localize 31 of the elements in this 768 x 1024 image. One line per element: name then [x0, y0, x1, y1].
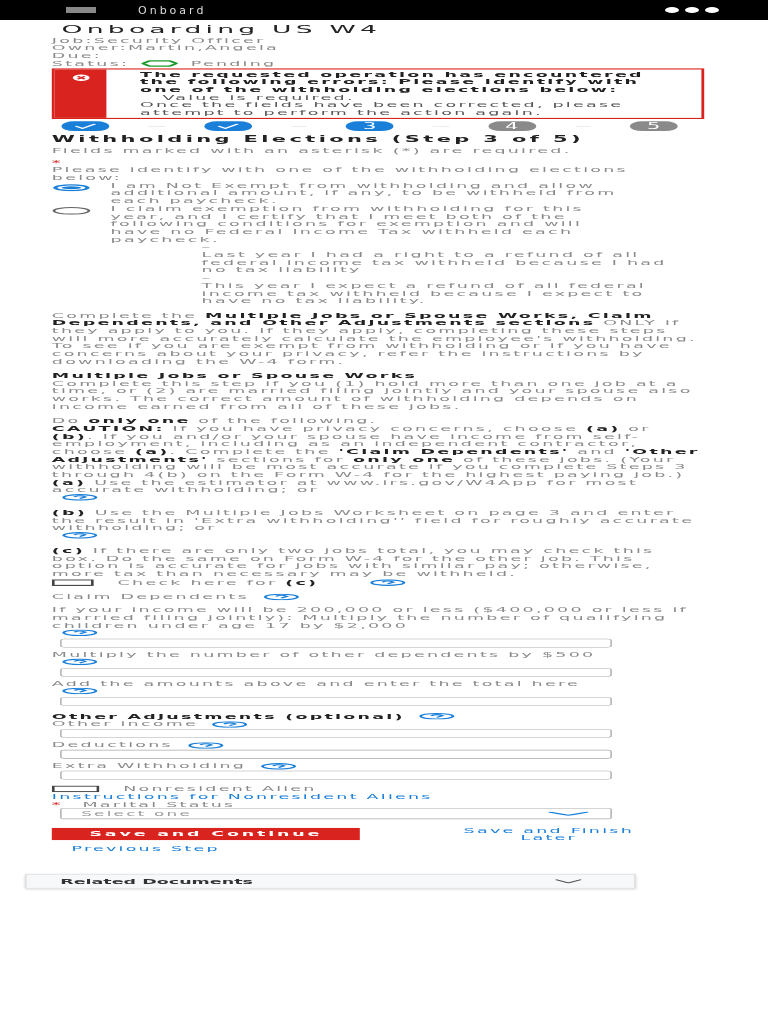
help-icon[interactable]	[61, 687, 98, 695]
help-icon[interactable]	[260, 763, 297, 770]
help-icon[interactable]	[418, 713, 456, 720]
help-icon[interactable]	[61, 494, 98, 501]
help-icon[interactable]	[212, 721, 249, 728]
radio-button[interactable]	[51, 183, 91, 192]
input-field[interactable]	[60, 667, 612, 677]
help-icon[interactable]	[186, 742, 224, 749]
step-indicator: 3	[345, 121, 394, 132]
step-indicator: 4	[487, 121, 536, 132]
checkbox[interactable]	[51, 785, 100, 793]
input-field[interactable]	[60, 749, 612, 759]
chevron-down-icon	[546, 811, 591, 816]
app-title: Onboard	[138, 3, 208, 17]
help-icon[interactable]	[370, 579, 407, 586]
status-icon	[141, 60, 179, 67]
input-field[interactable]	[60, 728, 612, 738]
help-icon[interactable]	[61, 658, 98, 666]
step-indicator: 5	[630, 121, 678, 132]
input-field[interactable]	[60, 770, 612, 780]
input-field[interactable]	[60, 697, 612, 706]
page-title: Onboarding US W4	[61, 22, 383, 37]
help-icon[interactable]	[263, 593, 300, 601]
help-icon[interactable]	[61, 532, 98, 539]
help-icon[interactable]	[61, 629, 98, 636]
radio-button[interactable]	[51, 207, 91, 215]
error-icon	[70, 73, 91, 82]
section-title: Withholding Elections (Step 3 of 5)	[51, 133, 585, 145]
checkbox[interactable]	[51, 579, 94, 586]
input-field[interactable]	[60, 638, 612, 648]
more-icon[interactable]	[664, 7, 720, 13]
